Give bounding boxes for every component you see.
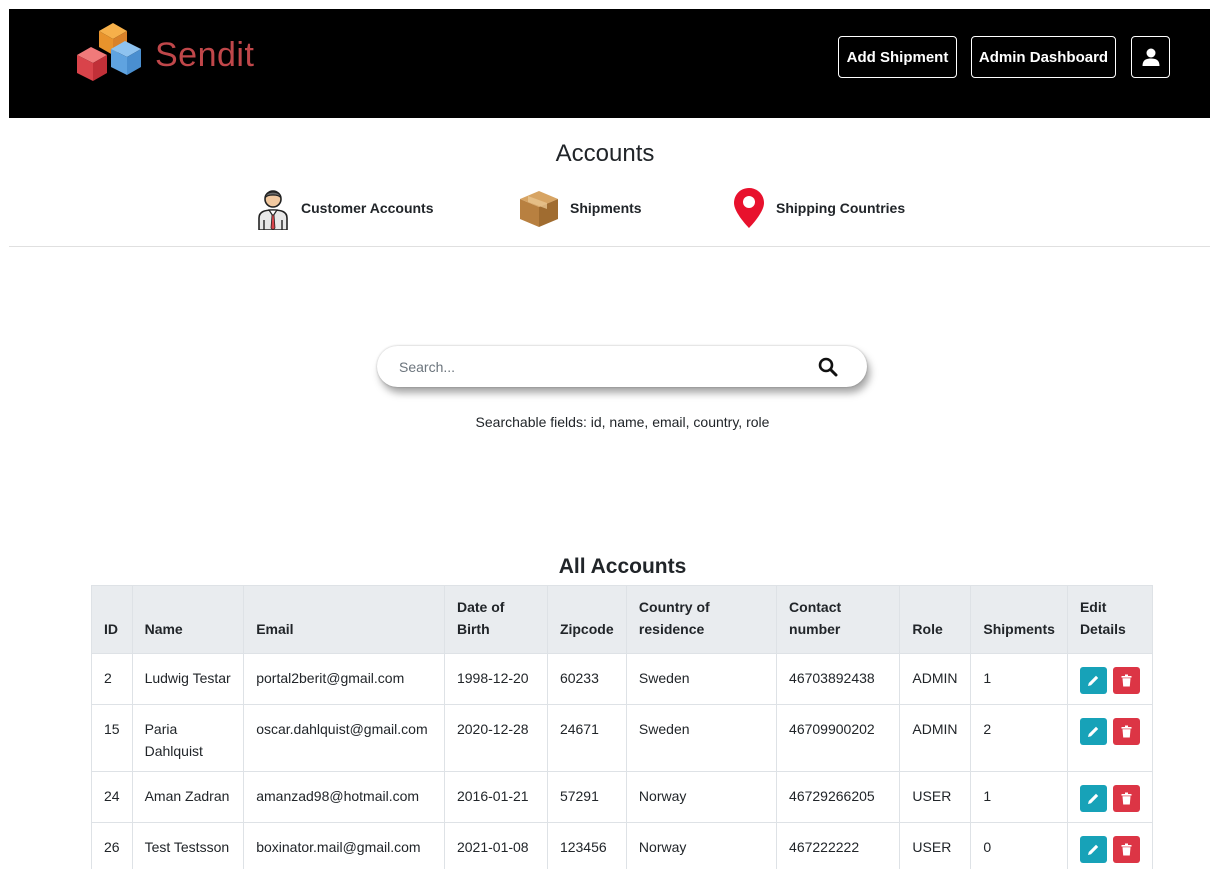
pencil-icon (1087, 793, 1099, 804)
cell-zipcode: 123456 (546, 822, 627, 869)
cell-email: oscar.dahlquist@gmail.com (243, 704, 445, 772)
cell-country: Sweden (625, 653, 778, 705)
accounts-table: ID Name Email Date of Birth Zipcode Coun… (91, 585, 1154, 869)
nav-shipments-label: Shipments (570, 200, 642, 216)
header-role[interactable]: Role (899, 585, 972, 654)
edit-button[interactable] (1079, 718, 1107, 745)
header-country[interactable]: Country of residence (625, 585, 778, 654)
header-contact-number[interactable]: Contact number (776, 585, 901, 654)
user-icon (1142, 48, 1159, 66)
cell-id: 2 (91, 653, 133, 705)
pencil-icon (1087, 726, 1099, 737)
cell-role: ADMIN (899, 704, 972, 772)
cell-role: USER (899, 771, 972, 823)
trash-icon (1121, 843, 1132, 856)
user-profile-button[interactable] (1131, 36, 1170, 78)
cell-actions (1066, 704, 1154, 772)
pencil-icon (1087, 844, 1099, 855)
cell-actions (1066, 653, 1154, 705)
nav-shipping-countries-label: Shipping Countries (776, 200, 906, 216)
map-pin-icon (734, 188, 764, 228)
cell-role: ADMIN (899, 653, 972, 705)
cell-date-of-birth: 2016-01-21 (443, 771, 548, 823)
cell-shipments: 1 (970, 653, 1068, 705)
delete-button[interactable] (1112, 667, 1140, 694)
cubes-logo-icon (77, 23, 141, 81)
search-icon[interactable] (818, 357, 838, 377)
cell-id: 24 (91, 771, 133, 823)
delete-button[interactable] (1112, 785, 1140, 812)
delete-button[interactable] (1112, 836, 1140, 863)
section-divider (9, 246, 1210, 247)
cell-actions (1066, 822, 1154, 869)
cell-actions (1066, 771, 1154, 823)
table-header: ID Name Email Date of Birth Zipcode Coun… (91, 585, 1154, 654)
brand-name: Sendit (155, 35, 255, 74)
pencil-icon (1087, 675, 1099, 686)
cell-zipcode: 60233 (546, 653, 627, 705)
cell-country: Sweden (625, 704, 778, 772)
cell-contact-number: 46729266205 (776, 771, 901, 823)
cell-email: boxinator.mail@gmail.com (243, 822, 445, 869)
search-hint: Searchable fields: id, name, email, coun… (475, 414, 770, 430)
cell-date-of-birth: 2020-12-28 (443, 704, 548, 772)
cell-email: amanzad98@hotmail.com (243, 771, 445, 823)
page-title: Accounts (555, 140, 655, 167)
trash-icon (1121, 792, 1132, 805)
cell-name: Paria Dahlquist (131, 704, 245, 772)
cell-name: Aman Zadran (131, 771, 245, 823)
header-date-of-birth[interactable]: Date of Birth (443, 585, 548, 654)
trash-icon (1121, 725, 1132, 738)
table-row: 2 Ludwig Testar portal2berit@gmail.com 1… (91, 653, 1154, 705)
header-id[interactable]: ID (91, 585, 133, 654)
table-row: 26 Test Testsson boxinator.mail@gmail.co… (91, 822, 1154, 869)
search-bar (377, 346, 867, 387)
cell-role: USER (899, 822, 972, 869)
header-zipcode[interactable]: Zipcode (546, 585, 627, 654)
nav-customer-accounts-label: Customer Accounts (301, 200, 434, 216)
nav-customer-accounts[interactable]: Customer Accounts (255, 185, 434, 231)
brand-logo[interactable]: Sendit (67, 19, 254, 91)
trash-icon (1121, 674, 1132, 687)
cell-name: Test Testsson (131, 822, 245, 869)
cell-country: Norway (625, 771, 778, 823)
delete-button[interactable] (1112, 718, 1140, 745)
cell-id: 26 (91, 822, 133, 869)
cell-zipcode: 57291 (546, 771, 627, 823)
cell-contact-number: 467222222 (776, 822, 901, 869)
admin-dashboard-button[interactable]: Admin Dashboard (971, 36, 1116, 78)
header-name[interactable]: Name (131, 585, 245, 654)
header-edit-details: Edit Details (1066, 585, 1154, 654)
cell-contact-number: 46709900202 (776, 704, 901, 772)
cell-zipcode: 24671 (546, 704, 627, 772)
table-row: 15 Paria Dahlquist oscar.dahlquist@gmail… (91, 704, 1154, 772)
cell-date-of-birth: 2021-01-08 (443, 822, 548, 869)
search-input[interactable] (399, 346, 799, 387)
table-row: 24 Aman Zadran amanzad98@hotmail.com 201… (91, 771, 1154, 823)
add-shipment-button[interactable]: Add Shipment (838, 36, 957, 78)
nav-shipping-countries[interactable]: Shipping Countries (732, 185, 905, 231)
top-navbar: Sendit Add Shipment Admin Dashboard (9, 9, 1210, 118)
cell-email: portal2berit@gmail.com (243, 653, 445, 705)
nav-shipments[interactable]: Shipments (518, 185, 642, 231)
cell-id: 15 (91, 704, 133, 772)
header-shipments[interactable]: Shipments (970, 585, 1068, 654)
cell-shipments: 2 (970, 704, 1068, 772)
package-icon (520, 191, 558, 227)
cell-shipments: 1 (970, 771, 1068, 823)
cell-country: Norway (625, 822, 778, 869)
cell-shipments: 0 (970, 822, 1068, 869)
edit-button[interactable] (1079, 785, 1107, 812)
cell-contact-number: 46703892438 (776, 653, 901, 705)
cell-name: Ludwig Testar (131, 653, 245, 705)
header-email[interactable]: Email (243, 585, 445, 654)
person-icon (258, 190, 288, 230)
cell-date-of-birth: 1998-12-20 (443, 653, 548, 705)
edit-button[interactable] (1079, 667, 1107, 694)
edit-button[interactable] (1079, 836, 1107, 863)
table-title: All Accounts (558, 555, 687, 578)
